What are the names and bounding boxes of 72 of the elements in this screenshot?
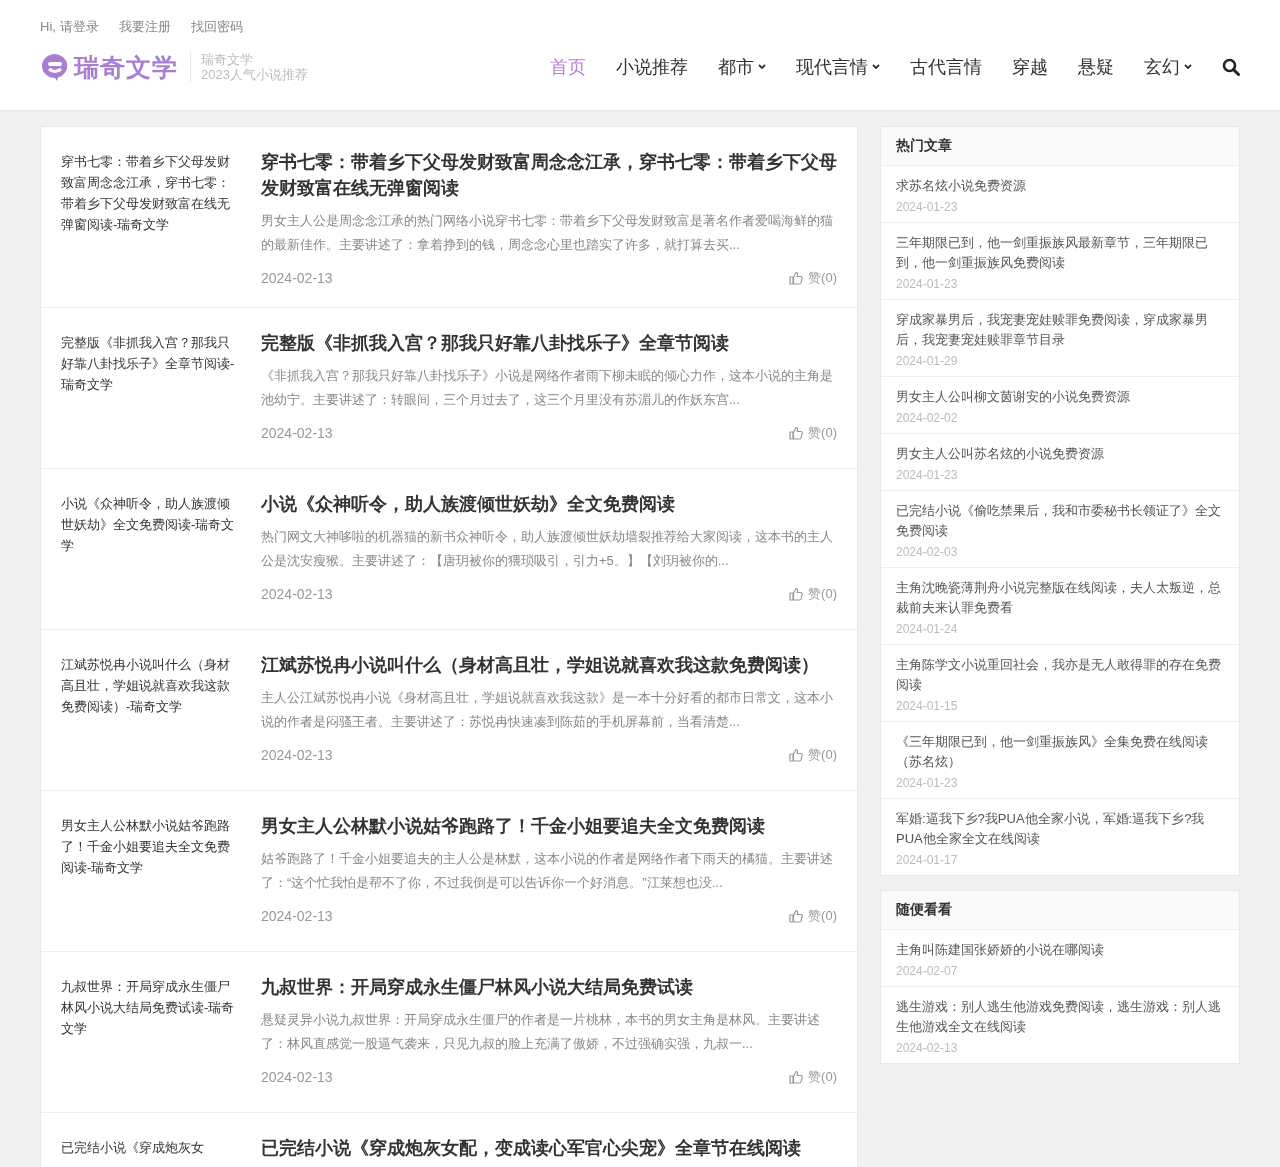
thumbnail-caption[interactable]: 江斌苏悦冉小说叫什么（身材高且壮，学姐说就喜欢我这款免费阅读）-瑞奇文学	[61, 654, 241, 717]
thumbnail-caption[interactable]: 已完结小说《穿成炮灰女	[61, 1137, 241, 1158]
sidebar-article-link[interactable]: 逃生游戏：别人逃生他游戏免费阅读，逃生游戏：别人逃生他游戏全文在线阅读	[896, 997, 1224, 1037]
widget-title: 随便看看	[881, 891, 1239, 930]
sidebar-article-date: 2024-01-29	[896, 354, 959, 368]
sidebar-article-date: 2024-02-03	[896, 545, 959, 559]
article-title[interactable]: 男女主人公林默小说姑爷跑路了！千金小姐要追夫全文免费阅读	[261, 813, 837, 839]
article-title[interactable]: 穿书七零：带着乡下父母发财致富周念念江承，穿书七零：带着乡下父母发财致富在线无弹窗阅读	[261, 149, 837, 201]
sidebar-article-date: 2024-02-02	[896, 411, 959, 425]
article-date: 2024-02-13	[261, 747, 333, 763]
sidebar-article-date: 2024-01-23	[896, 200, 959, 214]
article-title[interactable]: 已完结小说《穿成炮灰女配，变成读心军官心尖宠》全章节在线阅读	[261, 1135, 837, 1161]
sidebar-article-link[interactable]: 穿成家暴男后，我宠妻宠娃赎罪免费阅读，穿成家暴男后，我宠妻宠娃赎罪章节目录	[896, 310, 1224, 350]
article-excerpt: 男女主人公是周念念江承的热门网络小说穿书七零：带着乡下父母发财致富是著名作者爱喝海鲜的猫的最新佳作。主要讲述了：拿着挣到的钱，周念念心里也踏实了许多，就打算去买...	[261, 212, 834, 254]
sidebar-article-link[interactable]: 《三年期限已到，他一剑重振族风》全集免费在线阅读（苏名炫）	[896, 732, 1224, 772]
article-date: 2024-02-13	[261, 270, 333, 286]
thumbs-up-icon	[789, 1070, 804, 1084]
sidebar-article-date: 2024-01-23	[896, 468, 959, 482]
article-excerpt: 热门网文大神哆啦的机器猫的新书众神听令，助人族渡倾世妖劫墙裂推荐给大家阅读，这本书的主人公是沈安瘦猴。主要讲述了：【唐玥被你的猥琐吸引，引力+5。】【刘玥被你的...	[261, 528, 834, 570]
thumbs-up-icon	[789, 587, 804, 601]
thumbnail-caption[interactable]: 男女主人公林默小说姑爷跑路了！千金小姐要追夫全文免费阅读-瑞奇文学	[61, 815, 241, 878]
article-title[interactable]: 完整版《非抓我入宫？那我只好靠八卦找乐子》全章节阅读	[261, 330, 837, 356]
article-excerpt: 主人公江斌苏悦冉小说《身材高且壮，学姐说就喜欢我这款》是一本十分好看的都市日常文，这本小说的作者是闷骚王者。主要讲述了：苏悦冉快速凑到陈茹的手机屏幕前，当看清楚...	[261, 689, 834, 731]
site-tagline: 2023人气小说推荐	[201, 67, 308, 82]
sidebar-article-date: 2024-01-23	[896, 277, 959, 291]
thumbnail-caption[interactable]: 穿书七零：带着乡下父母发财致富周念念江承，穿书七零：带着乡下父母发财致富在线无弹窗阅读-瑞奇文学	[61, 151, 241, 235]
sidebar-article-link[interactable]: 三年期限已到，他一剑重振族风最新章节，三年期限已到，他一剑重振族风免费阅读	[896, 233, 1224, 273]
nav-item[interactable]: 悬疑	[1078, 55, 1114, 79]
thumbnail-caption[interactable]: 九叔世界：开局穿成永生僵尸林风小说大结局免费试读-瑞奇文学	[61, 976, 241, 1039]
thumbs-up-icon	[789, 748, 804, 762]
nav-item[interactable]: 玄幻	[1144, 55, 1192, 79]
sidebar-article-link[interactable]: 男女主人公叫柳文茵谢安的小说免费资源	[896, 387, 1224, 407]
sidebar-article-link[interactable]: 主角陈学文小说重回社会，我亦是无人敢得罪的存在免费阅读	[896, 655, 1224, 695]
nav-item[interactable]: 都市	[718, 55, 766, 79]
article-excerpt: 姑爷跑路了！千金小姐要追夫的主人公是林默，这本小说的作者是网络作者下雨天的橘猫。主要讲述了：“这个忙我怕是帮不了你，不过我倒是可以告诉你一个好消息。”江莱想也没...	[261, 850, 834, 892]
sidebar-article-link[interactable]: 军婚:逼我下乡?我PUA他全家小说，军婚:逼我下乡?我PUA他全家全文在线阅读	[896, 809, 1224, 849]
article-title[interactable]: 江斌苏悦冉小说叫什么（身材高且壮，学姐说就喜欢我这款免费阅读）	[261, 652, 837, 678]
chat-bubble-icon	[40, 52, 70, 82]
top-link[interactable]: 找回密码	[190, 18, 243, 38]
article-title[interactable]: 小说《众神听令，助人族渡倾世妖劫》全文免费阅读	[261, 491, 837, 517]
article-excerpt: 悬疑灵异小说九叔世界：开局穿成永生僵尸的作者是一片桃林，本书的男女主角是林风。主要讲述了：林风直感觉一股逼气袭来，只见九叔的脸上充满了傲娇，不过强确实强，九叔一...	[261, 1011, 821, 1053]
sidebar-article-date: 2024-01-23	[896, 776, 959, 790]
article-excerpt: 《非抓我入宫？那我只好靠八卦找乐子》小说是网络作者雨下柳未眠的倾心力作，这本小说的主角是池幼宁。主要讲述了：转眼间，三个月过去了，这三个月里没有苏湄儿的作妖东宫...	[261, 367, 834, 409]
sidebar-article-link[interactable]: 主角叫陈建国张娇娇的小说在哪阅读	[896, 940, 1224, 960]
top-link[interactable]: Hi, 请登录	[40, 18, 99, 38]
sidebar-article-link[interactable]: 男女主人公叫苏名炫的小说免费资源	[896, 444, 1224, 464]
sidebar-article-link[interactable]: 已完结小说《偷吃禁果后，我和市委秘书长领证了》全文免费阅读	[896, 501, 1224, 541]
sidebar-article-date: 2024-02-07	[896, 964, 959, 978]
sidebar-article-date: 2024-01-17	[896, 853, 959, 867]
sidebar-article-date: 2024-01-15	[896, 699, 959, 713]
thumbs-up-icon	[789, 909, 804, 923]
article-date: 2024-02-13	[261, 425, 333, 441]
top-link[interactable]: 我要注册	[118, 18, 171, 38]
thumbs-up-icon	[789, 271, 804, 285]
nav-item[interactable]: 小说推荐	[616, 55, 688, 79]
article-title[interactable]: 九叔世界：开局穿成永生僵尸林风小说大结局免费试读	[261, 974, 837, 1000]
article-date: 2024-02-13	[261, 586, 333, 602]
thumbs-up-icon	[789, 426, 804, 440]
sidebar-article-date: 2024-01-24	[896, 622, 959, 636]
widget-title: 热门文章	[881, 127, 1239, 166]
article-date: 2024-02-13	[261, 908, 333, 924]
site-tagline: 瑞奇文学	[201, 52, 254, 67]
sidebar-article-date: 2024-02-13	[896, 1041, 959, 1055]
thumbnail-caption[interactable]: 完整版《非抓我入宫？那我只好靠八卦找乐子》全章节阅读-瑞奇文学	[61, 332, 241, 395]
sidebar-article-link[interactable]: 主角沈晚瓷薄荆舟小说完整版在线阅读，夫人太叛逆，总裁前夫来认罪免费看	[896, 578, 1224, 618]
nav-item[interactable]: 穿越	[1012, 55, 1048, 79]
nav-item[interactable]: 现代言情	[796, 55, 880, 79]
nav-item[interactable]: 古代言情	[910, 55, 982, 79]
sidebar-article-link[interactable]: 求苏名炫小说免费资源	[896, 176, 1224, 196]
search-icon[interactable]	[1222, 58, 1240, 76]
thumbnail-caption[interactable]: 小说《众神听令，助人族渡倾世妖劫》全文免费阅读-瑞奇文学	[61, 493, 241, 556]
article-date: 2024-02-13	[261, 1069, 333, 1085]
